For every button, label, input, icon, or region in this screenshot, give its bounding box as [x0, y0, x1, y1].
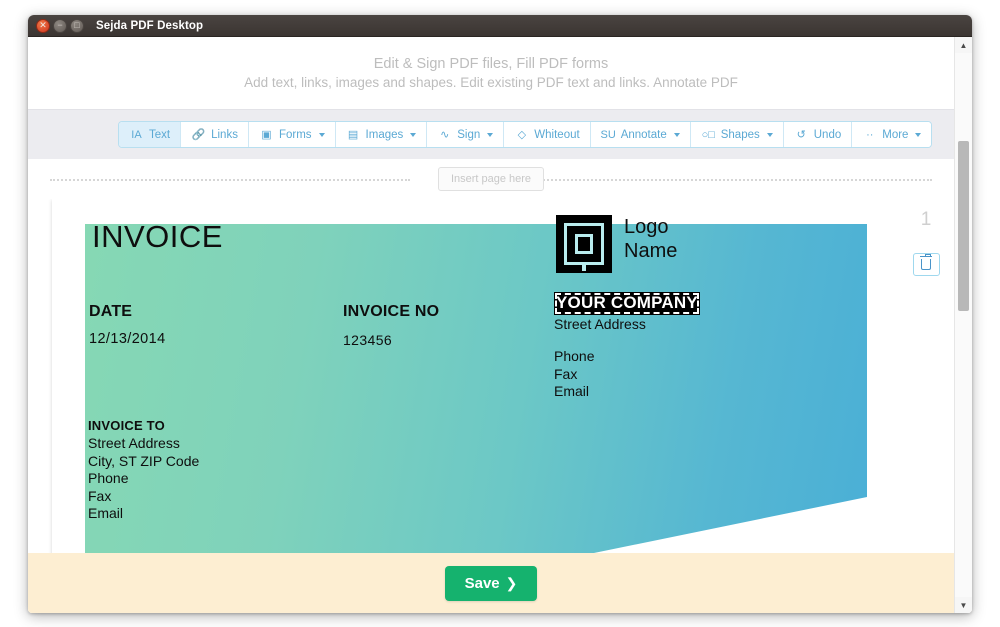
promo-subline: Add text, links, images and shapes. Edit… [244, 75, 738, 90]
scrollbar-track[interactable] [954, 53, 972, 597]
chevron-down-icon [318, 132, 325, 137]
insert-page-row: Insert page here [28, 159, 972, 199]
annotate-icon: SU [600, 128, 616, 141]
invoice-no-label[interactable]: INVOICE NO [343, 303, 439, 321]
company-contact-lines[interactable]: Phone Fax Email [554, 348, 804, 401]
window-minimize-button[interactable]: − [53, 18, 67, 33]
link-icon: 🔗 [191, 129, 206, 141]
trash-icon [920, 254, 932, 270]
text-icon: IA [131, 128, 142, 141]
pdf-page[interactable]: INVOICE DATE 12/13/2014 INVOICE NO 12345… [52, 199, 912, 613]
toolbar-label-annotate: Annotate [620, 128, 667, 141]
more-icon: ·· [866, 128, 874, 141]
logo-stem-icon [582, 262, 586, 271]
close-icon: ✕ [39, 20, 47, 30]
toolbar-button-whiteout[interactable]: ◇ Whiteout [504, 122, 591, 147]
window-close-button[interactable]: ✕ [36, 18, 50, 33]
toolbar-button-links[interactable]: 🔗 Links [181, 122, 249, 147]
toolbar-button-sign[interactable]: ∿ Sign [427, 122, 505, 147]
scroll-down-button[interactable]: ▼ [954, 597, 972, 613]
toolbar-label-shapes: Shapes [720, 128, 760, 141]
application-window: ✕ − □ Sejda PDF Desktop Edit & Sign PDF … [28, 15, 972, 613]
toolbar-label-whiteout: Whiteout [534, 128, 580, 141]
date-label[interactable]: DATE [89, 303, 132, 321]
chevron-down-icon [673, 132, 680, 137]
toolbar-label-more: More [882, 128, 909, 141]
shapes-icon: ○□ [701, 128, 715, 141]
company-title-selected[interactable]: YOUR COMPANY [554, 292, 700, 315]
invoice-to-label[interactable]: INVOICE TO [88, 418, 165, 433]
promo-headline: Edit & Sign PDF files, Fill PDF forms [373, 56, 609, 72]
logo-name-text[interactable]: Logo Name [624, 215, 677, 263]
toolbar-button-more[interactable]: ·· More [852, 122, 932, 147]
logo-mark-icon [556, 215, 612, 273]
toolbar-label-sign: Sign [457, 128, 481, 141]
save-button[interactable]: Save ❯ [444, 565, 538, 601]
toolbar-button-forms[interactable]: ▣ Forms [248, 122, 336, 147]
toolbar-label-undo: Undo [813, 128, 842, 141]
window-title: Sejda PDF Desktop [96, 19, 204, 32]
company-street-address[interactable]: Street Address [554, 316, 804, 332]
page-number-label: 1 [920, 209, 932, 230]
company-block[interactable]: YOUR COMPANY Street Address Phone Fax Em… [554, 292, 804, 401]
delete-page-button[interactable] [912, 253, 940, 276]
toolbar-strip: IA Text 🔗 Links ▣ Forms ▤ Images ∿ Sign … [28, 109, 972, 159]
scroll-up-button[interactable]: ▲ [954, 37, 972, 53]
chevron-down-icon [410, 132, 417, 137]
page-rail: 1 [898, 199, 954, 613]
signature-icon: ∿ [440, 129, 450, 141]
toolbar-button-undo[interactable]: ↺ Undo [783, 122, 853, 147]
insert-page-button[interactable]: Insert page here [437, 167, 545, 191]
invoice-no-value[interactable]: 123456 [343, 332, 392, 348]
insert-divider-left [50, 179, 410, 181]
chevron-right-icon: ❯ [505, 574, 518, 591]
invoice-to-address[interactable]: Street Address City, ST ZIP Code Phone F… [88, 435, 199, 523]
undo-icon: ↺ [796, 129, 806, 141]
invoice-heading[interactable]: INVOICE [92, 219, 223, 255]
document-viewport: INVOICE DATE 12/13/2014 INVOICE NO 12345… [28, 199, 972, 613]
toolbar-button-annotate[interactable]: SU Annotate [590, 122, 691, 147]
save-button-label: Save [464, 574, 500, 592]
date-value[interactable]: 12/13/2014 [89, 331, 166, 347]
client-area: Edit & Sign PDF files, Fill PDF forms Ad… [28, 37, 972, 613]
chevron-down-icon [487, 132, 494, 137]
save-bar: Save ❯ [28, 553, 972, 613]
main-toolbar: IA Text 🔗 Links ▣ Forms ▤ Images ∿ Sign … [118, 121, 933, 148]
vertical-scrollbar[interactable]: ▲ ▼ [954, 37, 972, 613]
toolbar-button-images[interactable]: ▤ Images [335, 122, 428, 147]
window-titlebar: ✕ − □ Sejda PDF Desktop [28, 15, 972, 37]
insert-divider-right [528, 179, 932, 181]
logo-block[interactable]: Logo Name [556, 215, 677, 273]
whiteout-icon: ◇ [517, 129, 527, 141]
toolbar-label-links: Links [211, 128, 238, 141]
maximize-icon: □ [74, 20, 80, 30]
toolbar-label-forms: Forms [278, 128, 312, 141]
toolbar-label-text: Text [149, 128, 171, 141]
chevron-down-icon [766, 132, 773, 137]
scrollbar-thumb[interactable] [957, 141, 969, 311]
image-icon: ▤ [347, 129, 359, 141]
toolbar-button-text[interactable]: IA Text [119, 122, 182, 147]
chevron-down-icon [915, 132, 922, 137]
promo-header: Edit & Sign PDF files, Fill PDF forms Ad… [28, 37, 972, 109]
minimize-icon: − [57, 20, 63, 30]
toolbar-label-images: Images [365, 128, 404, 141]
window-maximize-button[interactable]: □ [70, 18, 84, 33]
toolbar-button-shapes[interactable]: ○□ Shapes [690, 122, 784, 147]
forms-icon: ▣ [261, 129, 272, 141]
